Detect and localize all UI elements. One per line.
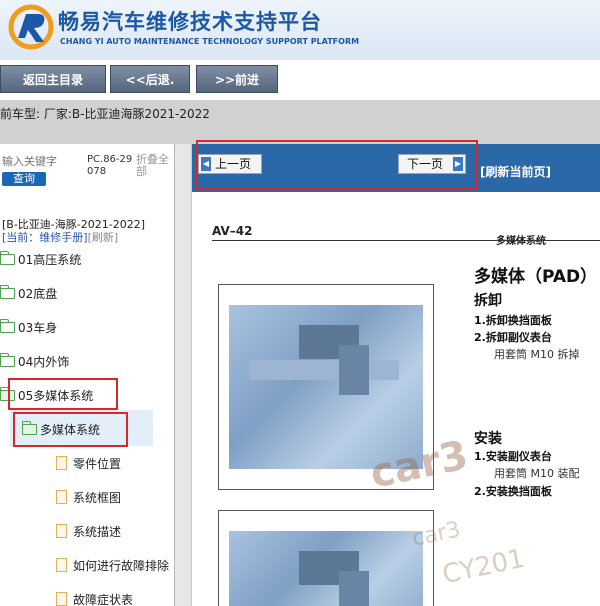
sidebar: 查询 PC.86-29078 折叠全部 [B-比亚迪-海豚-2021-2022]… (0, 144, 175, 606)
current-manual-label: [当前：维修手册] (2, 231, 88, 244)
refresh-page-link[interactable]: [刷新当前页] (480, 163, 551, 180)
app-header: 畅易汽车维修技术支持平台 CHANG YI AUTO MAINTENANCE T… (0, 0, 600, 60)
highlight-box (8, 378, 118, 410)
tree-label: 故障症状表 (73, 592, 134, 606)
tree-item-block-diagram[interactable]: 系统框图 (56, 486, 121, 508)
page-heading: 多媒体（PAD） (474, 267, 598, 287)
tree-label: 04内外饰 (18, 354, 70, 369)
pc-code: PC.86-29078 (87, 154, 133, 177)
highlight-box (196, 140, 478, 190)
document-icon (56, 490, 67, 504)
tree-item-part-location[interactable]: 零件位置 (56, 452, 121, 474)
forward-button[interactable]: >>前进 (196, 65, 278, 93)
highlight-box (13, 412, 128, 447)
document-icon (56, 592, 67, 606)
tree-item-04[interactable]: 04内外饰 (0, 350, 69, 372)
tree-item-01[interactable]: 01高压系统 (0, 248, 81, 270)
remove-step-1: 1.拆卸换挡面板 (474, 314, 552, 327)
home-button[interactable]: 返回主目录 (0, 65, 106, 93)
logo-icon (8, 4, 54, 50)
tree-item-symptom-table[interactable]: 故障症状表 (56, 588, 133, 606)
remove-note: 用套筒 M10 拆掉 (494, 348, 580, 361)
search-input[interactable] (0, 154, 66, 170)
tree-item-troubleshooting[interactable]: 如何进行故障排除 (56, 554, 169, 576)
document-icon (56, 558, 67, 572)
content-pane: ◀ 上一页 下一页 ▶ [刷新当前页] AV–42 多媒体系统 多媒体（PAD）… (192, 144, 600, 606)
document-icon (56, 524, 67, 538)
header-divider (212, 240, 600, 241)
toolbar: 返回主目录 <<后退. >>前进 (0, 60, 600, 100)
tree-item-02[interactable]: 02底盘 (0, 282, 57, 304)
figure-image (229, 305, 423, 469)
site-title: 畅易汽车维修技术支持平台 (58, 10, 322, 34)
tree-label: 系统描述 (73, 524, 122, 539)
folder-icon (0, 284, 15, 299)
page-code: AV–42 (212, 224, 253, 238)
tree-label: 03车身 (18, 320, 58, 335)
remove-heading: 拆卸 (474, 293, 502, 309)
pane-splitter[interactable] (175, 144, 192, 606)
search-button[interactable]: 查询 (2, 172, 46, 186)
tree-item-system-description[interactable]: 系统描述 (56, 520, 121, 542)
current-manual: [当前：维修手册][刷新] (2, 229, 118, 245)
install-step-1: 1.安装副仪表台 (474, 450, 552, 463)
site-subtitle: CHANG YI AUTO MAINTENANCE TECHNOLOGY SUP… (60, 37, 360, 46)
refresh-tree-link[interactable]: [刷新] (88, 231, 119, 244)
install-note: 用套筒 M10 装配 (494, 467, 580, 480)
watermark: CY201 (439, 543, 528, 591)
current-vehicle-label: 前车型: 厂家:B-比亚迪海豚2021-2022 (0, 107, 210, 121)
manual-page: AV–42 多媒体系统 多媒体（PAD） 拆卸 1.拆卸换挡面板 2.拆卸副仪表… (192, 192, 600, 606)
remove-step-2: 2.拆卸副仪表台 (474, 331, 552, 344)
document-icon (56, 456, 67, 470)
tree-item-03[interactable]: 03车身 (0, 316, 57, 338)
folder-icon (0, 318, 15, 333)
folder-icon (0, 352, 15, 367)
figure-photo-2 (218, 510, 434, 606)
folder-icon (0, 250, 15, 265)
tree-label: 系统框图 (73, 490, 122, 505)
collapse-all-link[interactable]: 折叠全部 (136, 154, 174, 178)
tree-label: 02底盘 (18, 286, 58, 301)
install-step-2: 2.安装换挡面板 (474, 485, 552, 498)
model-bar: 前车型: 厂家:B-比亚迪海豚2021-2022 (0, 100, 600, 144)
tree-label: 零件位置 (73, 456, 122, 471)
figure-image (229, 531, 423, 606)
install-heading: 安装 (474, 431, 502, 447)
tree-label: 01高压系统 (18, 252, 82, 267)
back-button[interactable]: <<后退. (110, 65, 190, 93)
tree-label: 如何进行故障排除 (73, 558, 170, 573)
